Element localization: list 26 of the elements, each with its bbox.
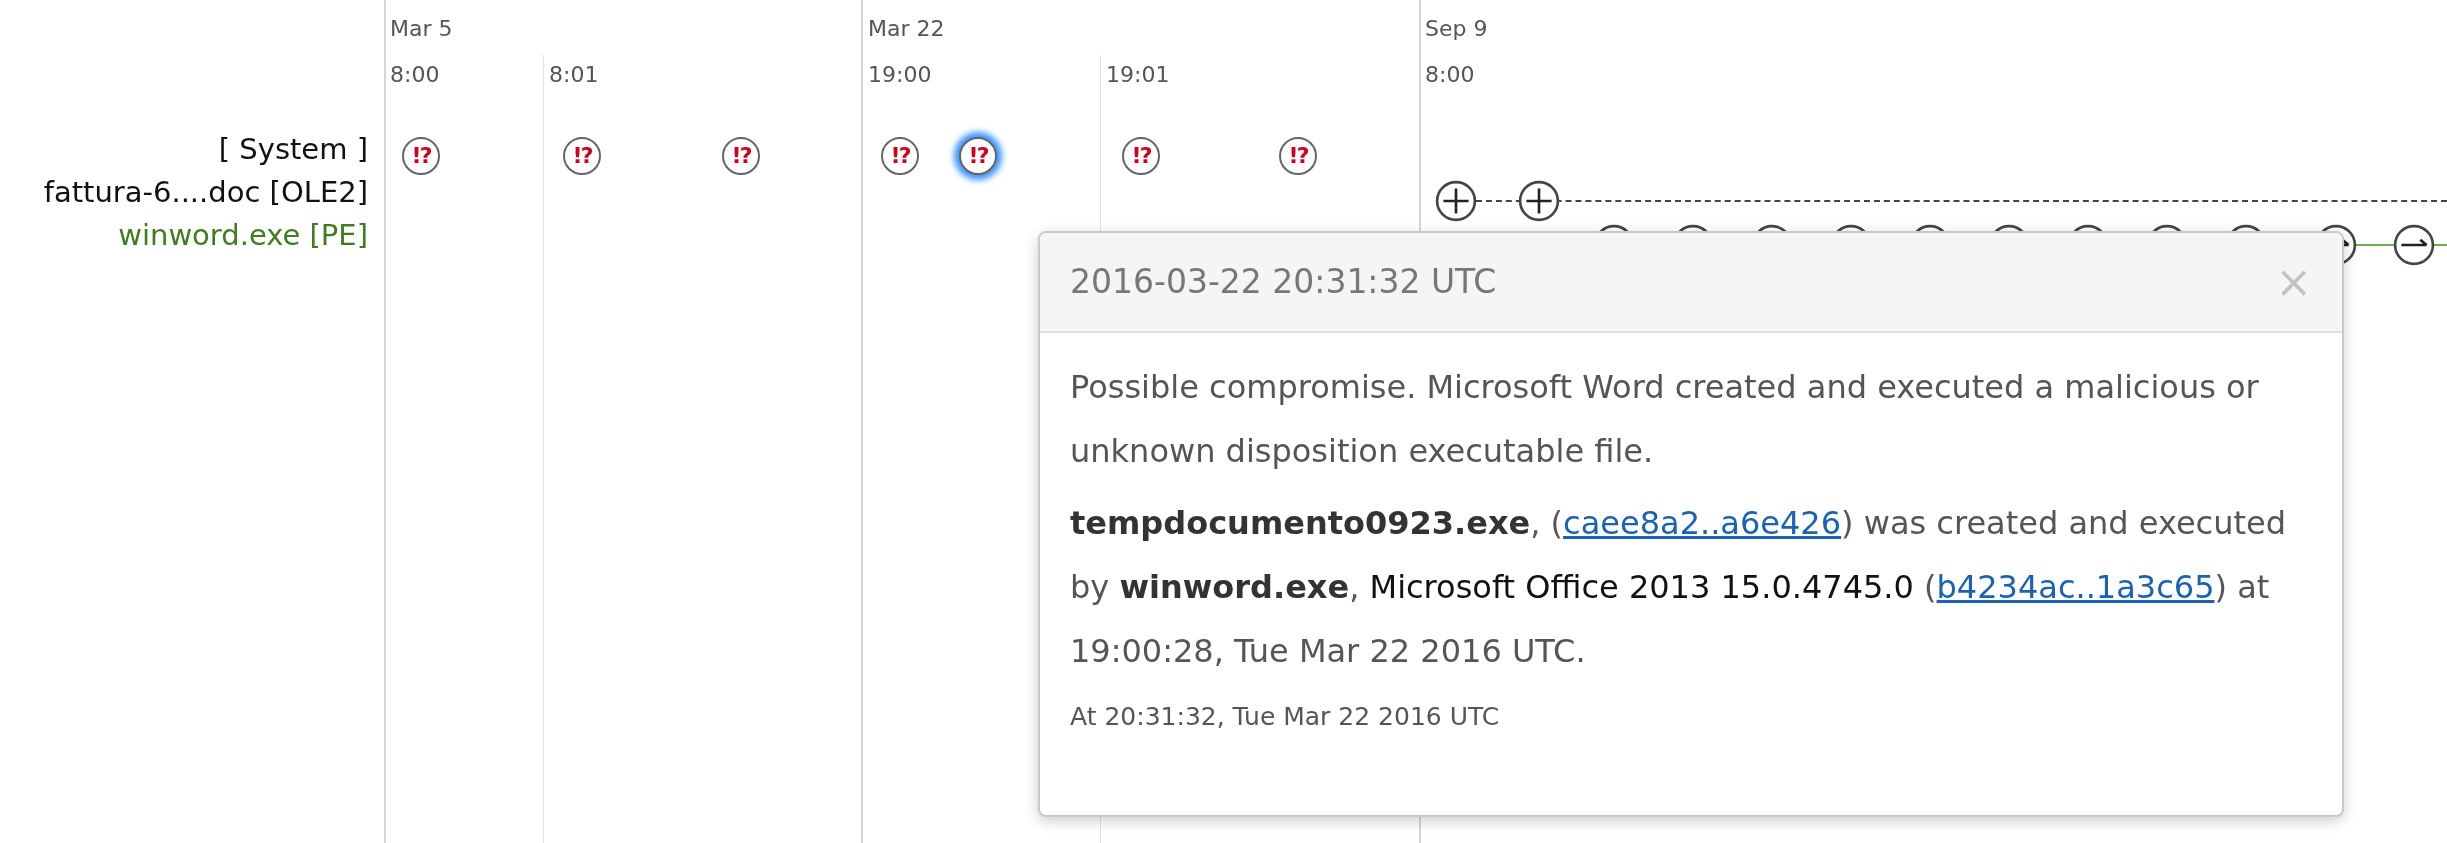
time-label: 19:01 [1106,61,1170,89]
lane-label: winword.exe [PE] [117,217,368,254]
popover-title: 2016-03-22 20:31:32 UTC [1070,261,1497,304]
hash-link[interactable]: caee8a2..a6e426 [1563,504,1842,542]
alert-marker[interactable]: !? [402,137,440,175]
date-label: Mar 5 [390,15,453,43]
alert-marker[interactable]: !? [1122,137,1160,175]
lane-label: [ System ] [217,131,368,168]
date-label: Mar 22 [868,15,945,43]
plus-circle-icon[interactable] [1435,180,1477,222]
alert-marker[interactable]: !? [563,137,601,175]
lane-label: fattura-6....doc [OLE2] [42,174,368,211]
time-label: 8:00 [390,61,440,89]
alert-marker[interactable]: !? [1279,137,1317,175]
details-text: tempdocumento0923.exe, (caee8a2..a6e426) was created and executed by winword.exe, Microsoft Office 2013 15.0.4745.0 (b4234ac..1a3c65) at 19:00:28, Tue Mar 22 2016 UTC. [1070,503,2287,672]
time-label: 19:00 [868,61,932,89]
time-label: 8:01 [549,61,599,89]
alert-marker[interactable]: !? [881,137,919,175]
hash-link[interactable]: b4234ac..1a3c65 [1936,568,2215,606]
alert-marker[interactable]: !? [959,137,997,175]
alert-marker[interactable]: !? [722,137,760,175]
plus-circle-icon[interactable] [1518,180,1560,222]
time-label: 8:00 [1425,61,1475,89]
date-label: Sep 9 [1425,15,1488,43]
summary-text: Possible compromise. Microsoft Word created and executed a malicious or unknown disposition executable file. [1070,367,2260,472]
timestamp-text: At 20:31:32, Tue Mar 22 2016 UTC [1070,701,1501,733]
